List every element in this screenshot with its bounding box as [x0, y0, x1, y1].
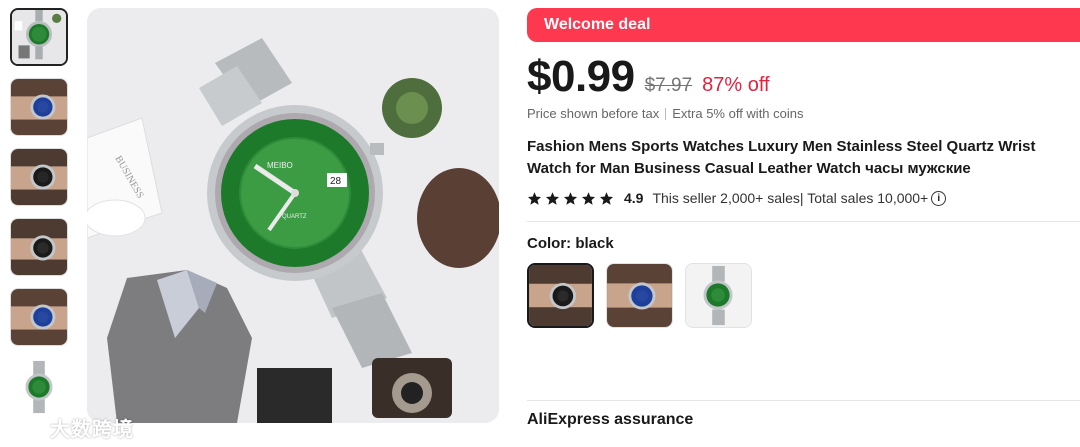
star-icon: [527, 191, 542, 205]
rating-row: 4.9 This seller 2,000+ sales| Total sale…: [527, 190, 1080, 206]
product-title: Fashion Mens Sports Watches Luxury Men S…: [527, 138, 1036, 177]
thumbnail-3[interactable]: [10, 148, 68, 206]
sales-count: This seller 2,000+ sales| Total sales 10…: [652, 190, 929, 206]
coins-note: Extra 5% off with coins: [672, 106, 804, 121]
star-icon: [581, 191, 596, 205]
thumbnail-image-2: [11, 79, 67, 135]
thumbnail-1[interactable]: [10, 8, 68, 66]
tax-note: Price shown before tax: [527, 106, 660, 121]
watermark-logo-icon: [6, 417, 42, 437]
color-options: [527, 263, 1080, 328]
watch-flatlay-illustration: BUSINESS 28 MEIBO QUARTZ: [87, 8, 499, 423]
welcome-deal-label: Welcome deal: [544, 16, 651, 33]
thumbnail-5[interactable]: [10, 288, 68, 346]
welcome-deal-banner: Welcome deal: [527, 8, 1080, 42]
watermark: 大数跨境: [6, 412, 134, 442]
current-price: $0.99: [527, 52, 635, 101]
thumbnail-image-4: [11, 219, 67, 275]
thumbnail-2[interactable]: [10, 78, 68, 136]
color-option-blue[interactable]: [606, 263, 673, 328]
rating-stars: [527, 191, 614, 206]
original-price: $7.97: [644, 75, 693, 96]
thumbnail-image-5: [11, 289, 67, 345]
thumbnail-4[interactable]: [10, 218, 68, 276]
date-window: 28: [330, 176, 342, 187]
rating-value: 4.9: [624, 190, 644, 206]
color-green-image: [686, 264, 751, 327]
thumbnail-image-3: [11, 149, 67, 205]
color-black-image: [529, 265, 592, 326]
star-icon: [563, 191, 578, 205]
color-blue-image: [607, 264, 672, 327]
thumbnail-image-1: [12, 10, 66, 64]
color-option-green[interactable]: [685, 263, 752, 328]
watch-dial-text: QUARTZ: [282, 214, 307, 220]
thumbnail-6[interactable]: [10, 358, 68, 416]
star-icon: [545, 191, 560, 205]
watch-brand-text: MEIBO: [267, 161, 293, 170]
main-product-image[interactable]: BUSINESS 28 MEIBO QUARTZ: [87, 8, 499, 423]
divider: [527, 400, 1080, 401]
separator: [665, 107, 667, 120]
discount-percent: 87% off: [702, 74, 770, 96]
star-icon: [599, 191, 614, 205]
price-row: $0.99 $7.97 87% off: [527, 54, 1080, 100]
price-notes: Price shown before tax Extra 5% off with…: [527, 106, 1080, 121]
color-label: Color: black: [527, 235, 614, 252]
divider: [527, 221, 1080, 222]
product-info-panel: Welcome deal $0.99 $7.97 87% off Price s…: [527, 8, 1080, 428]
info-icon[interactable]: i: [931, 190, 947, 206]
watermark-text: 大数跨境: [50, 418, 134, 441]
color-option-black[interactable]: [527, 263, 594, 328]
thumbnail-image-6: [11, 359, 67, 415]
aliexpress-assurance-heading: AliExpress assurance: [527, 411, 694, 428]
thumbnail-list: [10, 8, 70, 428]
